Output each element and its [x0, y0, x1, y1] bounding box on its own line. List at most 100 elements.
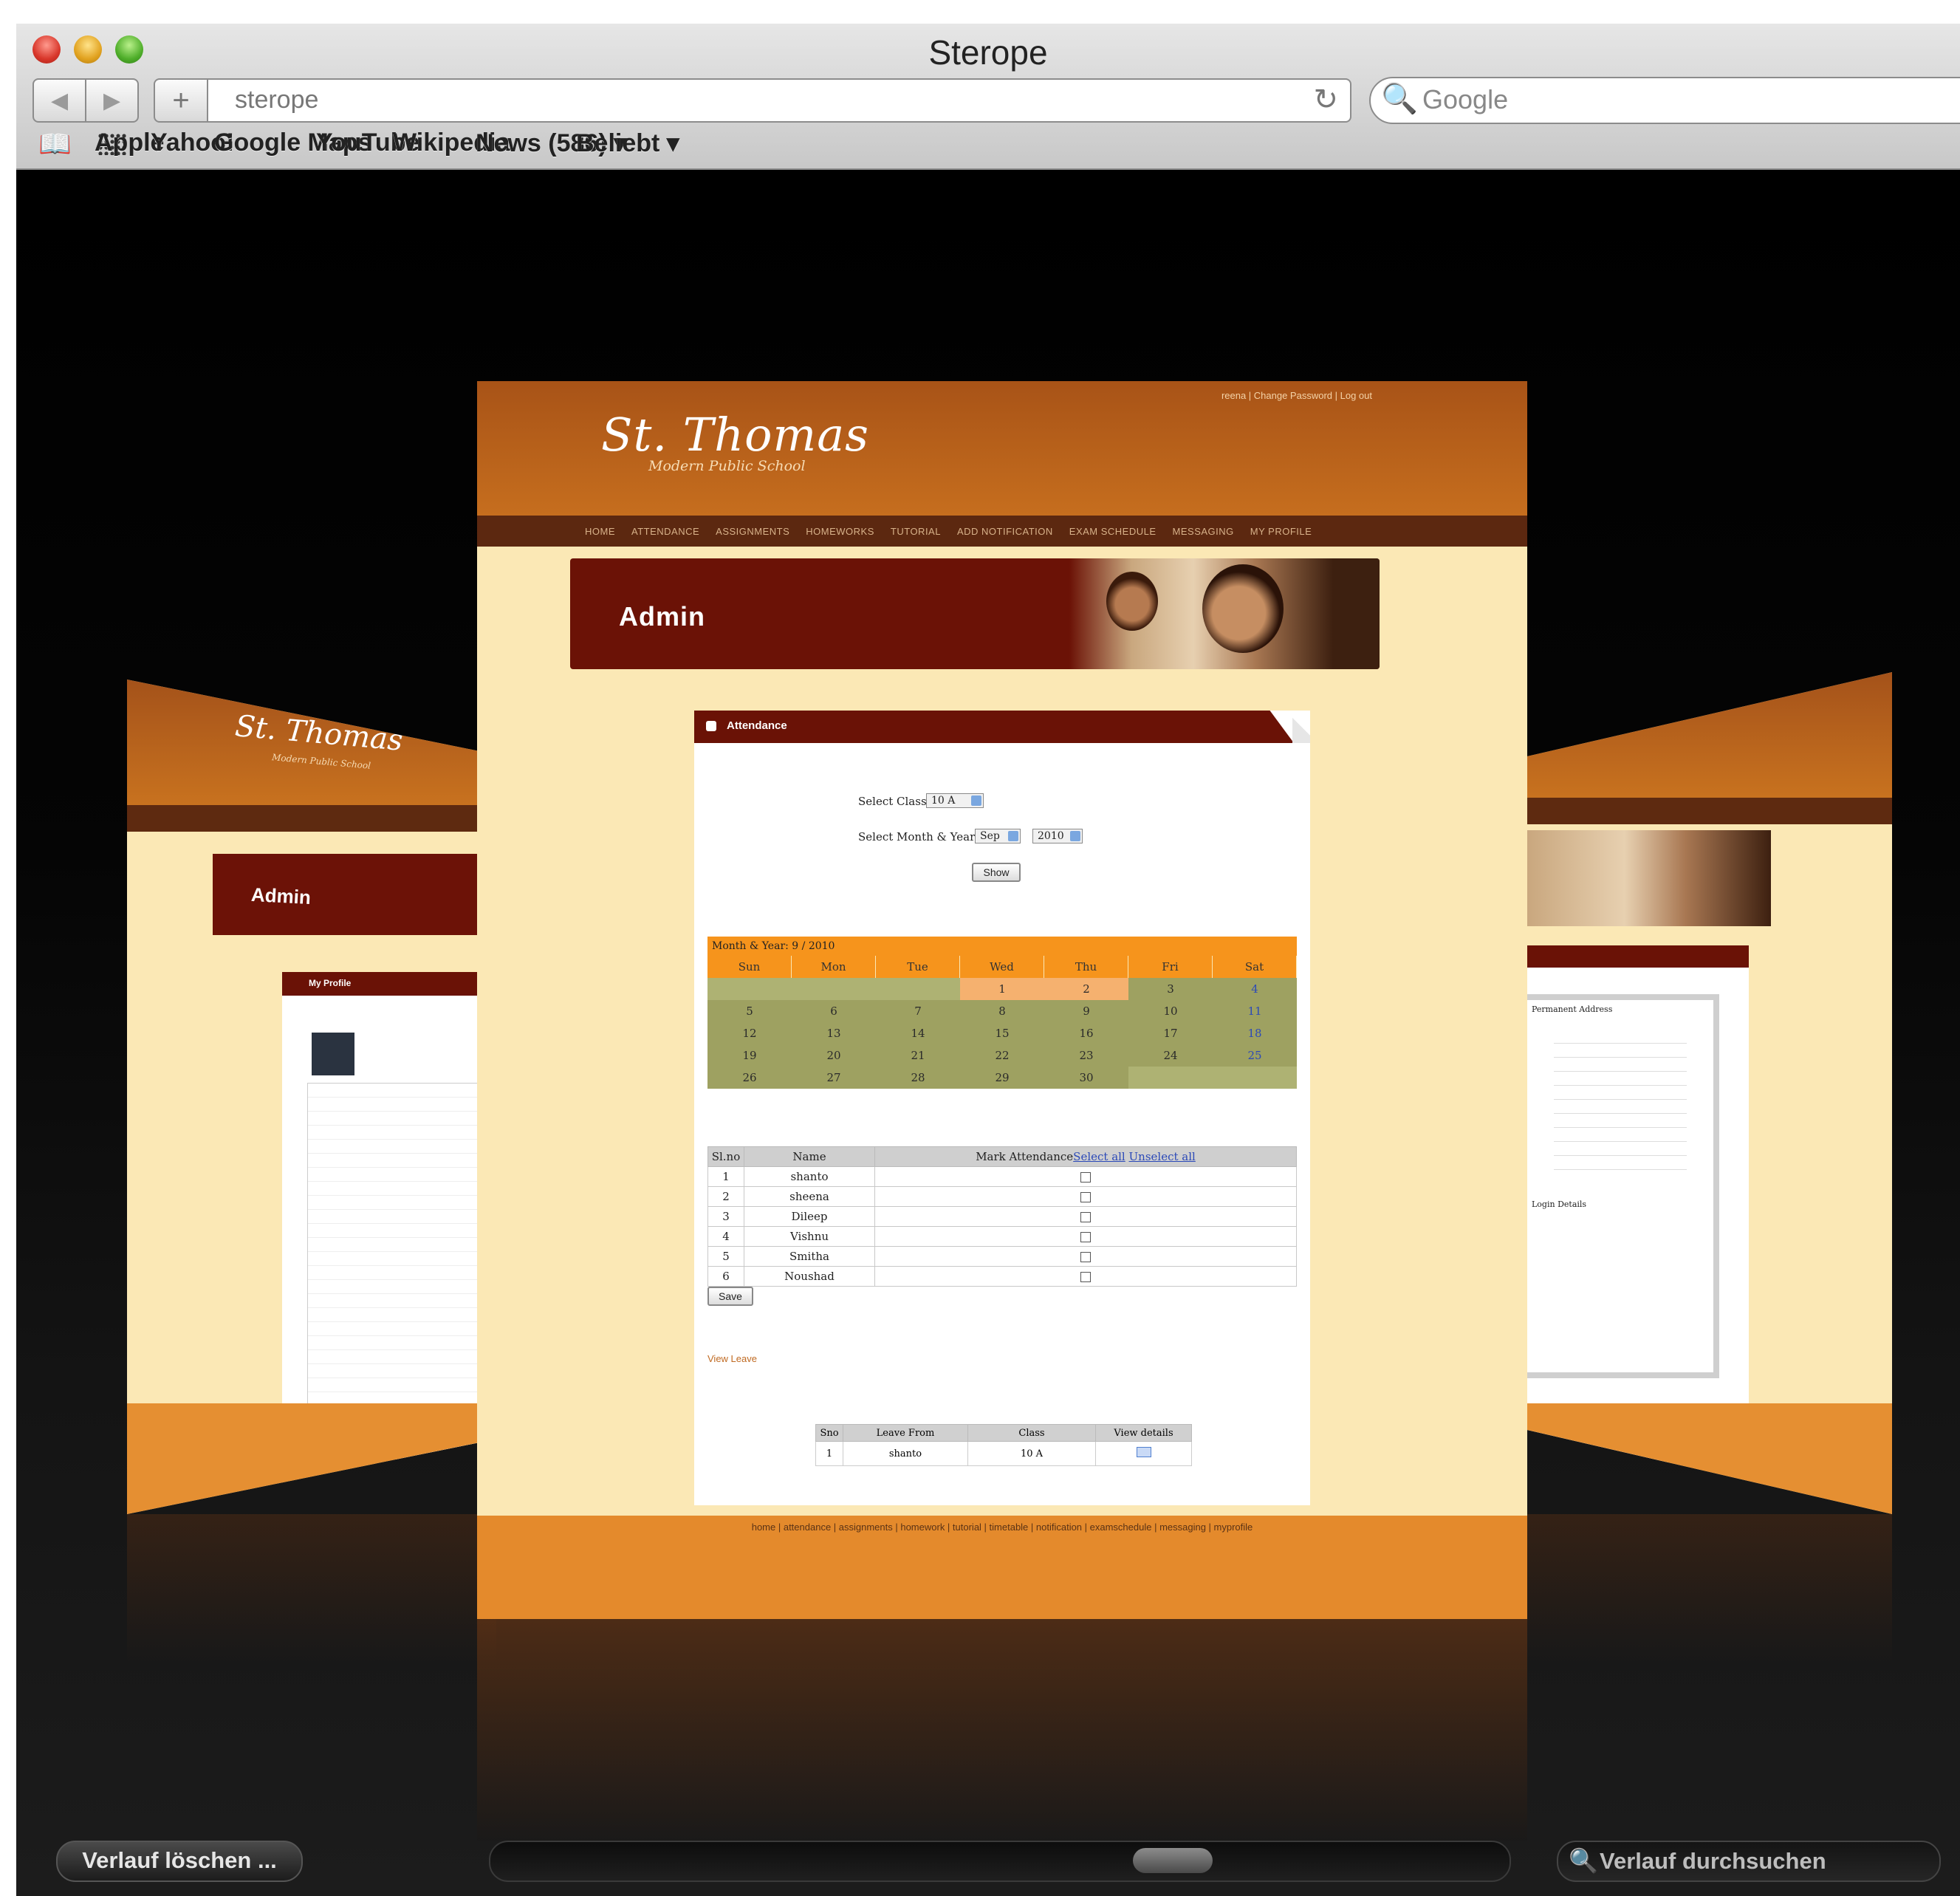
- month-select[interactable]: Sep: [975, 829, 1021, 843]
- side-left-footer: [127, 1403, 496, 1514]
- address-bar[interactable]: sterope ↻: [207, 78, 1351, 123]
- side-left-card-title: My Profile: [309, 978, 352, 988]
- calendar-day[interactable]: 23: [1044, 1044, 1128, 1067]
- browser-toolbar: Sterope ◀ ▶ + sterope ↻ 🔍 Google 📖 Apple…: [16, 24, 1960, 170]
- footer-links[interactable]: home | attendance | assignments | homewo…: [477, 1522, 1527, 1533]
- plus-icon: +: [172, 83, 190, 117]
- select-all-link[interactable]: Select all: [1073, 1150, 1125, 1163]
- coverflow-scrollbar[interactable]: [489, 1841, 1511, 1882]
- search-icon[interactable]: 🔍: [1381, 81, 1418, 116]
- calendar-day[interactable]: 17: [1128, 1022, 1213, 1044]
- nav-assignments[interactable]: ASSIGNMENTS: [716, 526, 789, 537]
- nav-attendance[interactable]: ATTENDANCE: [631, 526, 699, 537]
- calendar-day-header: Sun: [707, 956, 792, 978]
- search-field[interactable]: 🔍 Google: [1369, 77, 1960, 124]
- attendance-cell: [874, 1226, 1297, 1247]
- side-right-card-header: [1527, 945, 1749, 968]
- calendar-day[interactable]: 3: [1128, 978, 1213, 1000]
- calendar-day[interactable]: 7: [876, 1000, 960, 1022]
- calendar-day[interactable]: 25: [1213, 1044, 1297, 1067]
- browser-window: Sterope ◀ ▶ + sterope ↻ 🔍 Google 📖 Apple…: [16, 24, 1960, 1896]
- calendar-day[interactable]: 8: [960, 1000, 1044, 1022]
- attendance-checkbox[interactable]: [1080, 1212, 1091, 1222]
- calendar-day[interactable]: 21: [876, 1044, 960, 1067]
- leave-header-row: Sno Leave From Class View details: [815, 1424, 1192, 1442]
- calendar-day[interactable]: 6: [792, 1000, 876, 1022]
- attendance-checkbox[interactable]: [1080, 1192, 1091, 1202]
- leave-from: shanto: [843, 1441, 968, 1466]
- coverflow-page-right[interactable]: Permanent Address Login Details: [1527, 672, 1892, 1514]
- calendar-day[interactable]: 2: [1044, 978, 1128, 1000]
- calendar-day[interactable]: 11: [1213, 1000, 1297, 1022]
- nav-messaging[interactable]: MESSAGING: [1173, 526, 1234, 537]
- calendar-day[interactable]: 26: [707, 1067, 792, 1089]
- calendar-day[interactable]: 18: [1213, 1022, 1297, 1044]
- nav-home[interactable]: HOME: [585, 526, 615, 537]
- nav-exam-schedule[interactable]: EXAM SCHEDULE: [1069, 526, 1157, 537]
- calendar-day[interactable]: 24: [1128, 1044, 1213, 1067]
- nav-add-notification[interactable]: ADD NOTIFICATION: [957, 526, 1053, 537]
- add-bookmark-button[interactable]: +: [154, 78, 208, 123]
- attendance-header-row: Sl.no Name Mark AttendanceSelect all Uns…: [707, 1146, 1297, 1167]
- calendar-day[interactable]: 20: [792, 1044, 876, 1067]
- coverflow-page-left[interactable]: St. Thomas Modern Public School Admin My…: [127, 680, 496, 1514]
- account-links[interactable]: reena | Change Password | Log out: [1221, 390, 1372, 401]
- side-right-section-address: Permanent Address: [1532, 1005, 1613, 1014]
- calendar-day-header: Wed: [960, 956, 1044, 978]
- calendar-day[interactable]: 9: [1044, 1000, 1128, 1022]
- save-button[interactable]: Save: [707, 1287, 753, 1306]
- side-left-logo: St. Thomas: [233, 709, 405, 758]
- calendar-day[interactable]: 12: [707, 1022, 792, 1044]
- unselect-all-link[interactable]: Unselect all: [1129, 1150, 1196, 1163]
- calendar-day[interactable]: 1: [960, 978, 1044, 1000]
- calendar-day[interactable]: 10: [1128, 1000, 1213, 1022]
- nav-homeworks[interactable]: HOMEWORKS: [806, 526, 874, 537]
- attendance-calendar: Month & Year: 9 / 2010 Sun Mon Tue Wed T…: [707, 937, 1297, 1089]
- reload-icon[interactable]: ↻: [1313, 83, 1338, 117]
- card-corner-fold: [1292, 711, 1310, 743]
- bookmark-beliebt[interactable]: Beliebt ▾: [576, 129, 679, 158]
- attendance-table: Sl.no Name Mark AttendanceSelect all Uns…: [707, 1146, 1297, 1287]
- attendance-checkbox[interactable]: [1080, 1172, 1091, 1183]
- calendar-day[interactable]: 28: [876, 1067, 960, 1089]
- calendar-day[interactable]: 16: [1044, 1022, 1128, 1044]
- table-row: 6 Noushad: [707, 1266, 1297, 1287]
- calendar-day[interactable]: 13: [792, 1022, 876, 1044]
- select-class-label: Select Class: [858, 795, 927, 808]
- view-leave-link[interactable]: View Leave: [707, 1353, 757, 1364]
- coverflow-page-main[interactable]: St. Thomas Modern Public School reena | …: [477, 381, 1527, 1619]
- side-right-section-login: Login Details: [1532, 1199, 1587, 1209]
- student-name: sheena: [744, 1186, 875, 1207]
- attendance-checkbox[interactable]: [1080, 1252, 1091, 1262]
- site-nav: HOME ATTENDANCE ASSIGNMENTS HOMEWORKS TU…: [477, 516, 1527, 547]
- calendar-day[interactable]: 30: [1044, 1067, 1128, 1089]
- history-search-field[interactable]: 🔍 Verlauf durchsuchen: [1557, 1841, 1941, 1882]
- calendar-day[interactable]: 19: [707, 1044, 792, 1067]
- calendar-day[interactable]: 27: [792, 1067, 876, 1089]
- site-logo[interactable]: St. Thomas: [601, 408, 869, 462]
- side-right-nav: [1527, 798, 1892, 824]
- address-text[interactable]: sterope: [235, 86, 318, 114]
- side-left-header: St. Thomas Modern Public School: [127, 680, 496, 805]
- row-number: 1: [707, 1166, 744, 1187]
- calendar-day[interactable]: 14: [876, 1022, 960, 1044]
- scrollbar-thumb[interactable]: [1133, 1848, 1213, 1873]
- class-select[interactable]: 10 A: [926, 793, 984, 808]
- calendar-day[interactable]: 29: [960, 1067, 1044, 1089]
- year-select[interactable]: 2010: [1032, 829, 1083, 843]
- view-details-calendar-icon[interactable]: [1136, 1447, 1151, 1457]
- calendar-day[interactable]: 5: [707, 1000, 792, 1022]
- calendar-day[interactable]: 15: [960, 1022, 1044, 1044]
- back-button[interactable]: ◀: [34, 80, 86, 121]
- attendance-checkbox[interactable]: [1080, 1232, 1091, 1242]
- show-button[interactable]: Show: [972, 863, 1021, 882]
- clear-history-button[interactable]: Verlauf löschen ...: [56, 1841, 303, 1882]
- nav-my-profile[interactable]: MY PROFILE: [1250, 526, 1312, 537]
- forward-button[interactable]: ▶: [86, 80, 137, 121]
- attendance-checkbox[interactable]: [1080, 1272, 1091, 1282]
- site-logo-subtitle: Modern Public School: [648, 458, 806, 474]
- calendar-day[interactable]: 22: [960, 1044, 1044, 1067]
- calendar-day[interactable]: 4: [1213, 978, 1297, 1000]
- bookmarks-book-icon[interactable]: 📖: [38, 129, 72, 160]
- nav-tutorial[interactable]: TUTORIAL: [891, 526, 941, 537]
